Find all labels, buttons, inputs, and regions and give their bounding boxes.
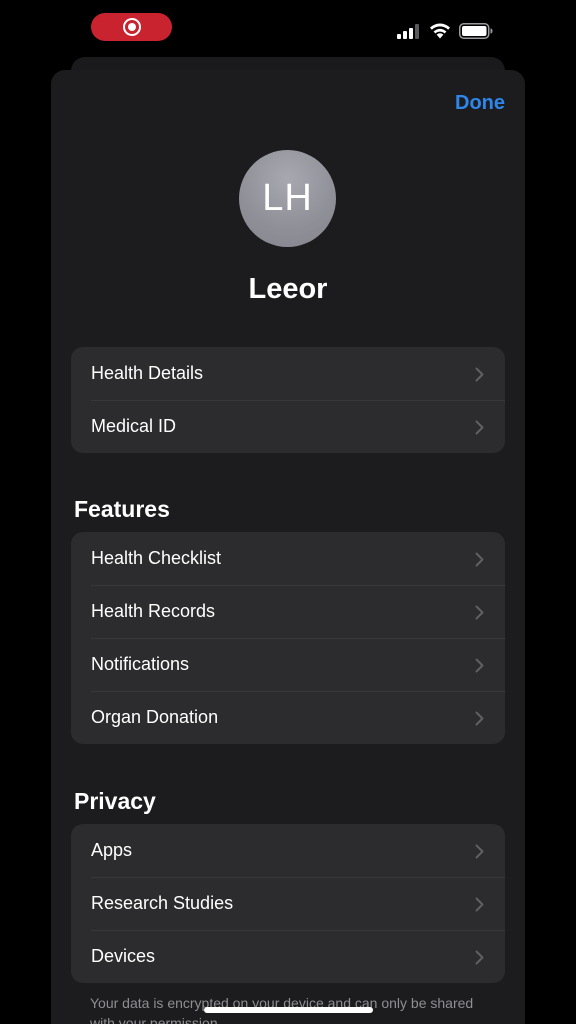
health-details-row[interactable]: Health Details bbox=[71, 347, 505, 400]
row-label: Health Records bbox=[91, 601, 216, 621]
privacy-section-header: Privacy bbox=[74, 788, 156, 814]
cellular-signal-icon bbox=[397, 24, 419, 39]
chevron-right-icon bbox=[475, 711, 484, 726]
organ-donation-row[interactable]: Organ Donation bbox=[71, 691, 505, 744]
row-label: Research Studies bbox=[91, 893, 234, 913]
row-label: Apps bbox=[91, 840, 133, 860]
profile-sheet: Done LH Leeor Health Details Medical ID … bbox=[51, 70, 525, 1024]
health-profile-screen: Done LH Leeor Health Details Medical ID … bbox=[0, 0, 576, 1024]
medical-id-row[interactable]: Medical ID bbox=[71, 400, 505, 453]
chevron-right-icon bbox=[475, 950, 484, 965]
row-label: Devices bbox=[91, 946, 156, 966]
chevron-right-icon bbox=[475, 367, 484, 382]
chevron-right-icon bbox=[475, 897, 484, 912]
account-group: Health Details Medical ID bbox=[71, 347, 505, 453]
record-icon bbox=[122, 17, 142, 37]
chevron-right-icon bbox=[475, 658, 484, 673]
wifi-icon bbox=[429, 22, 451, 39]
chevron-right-icon bbox=[475, 605, 484, 620]
profile-name: Leeor bbox=[248, 273, 328, 305]
devices-row[interactable]: Devices bbox=[71, 930, 505, 983]
done-button[interactable]: Done bbox=[455, 92, 505, 115]
features-group: Health Checklist Health Records Notifica… bbox=[71, 532, 505, 744]
battery-icon bbox=[459, 23, 493, 39]
row-label: Notifications bbox=[91, 654, 190, 674]
research-studies-row[interactable]: Research Studies bbox=[71, 877, 505, 930]
chevron-right-icon bbox=[475, 844, 484, 859]
health-checklist-row[interactable]: Health Checklist bbox=[71, 532, 505, 585]
chevron-right-icon bbox=[475, 420, 484, 435]
row-label: Medical ID bbox=[91, 416, 177, 436]
features-section-header: Features bbox=[74, 496, 170, 522]
home-indicator[interactable] bbox=[204, 1007, 373, 1013]
chevron-right-icon bbox=[475, 552, 484, 567]
row-label: Organ Donation bbox=[91, 707, 219, 727]
privacy-group: Apps Research Studies Devices bbox=[71, 824, 505, 983]
notifications-row[interactable]: Notifications bbox=[71, 638, 505, 691]
row-label: Health Details bbox=[91, 363, 204, 383]
health-records-row[interactable]: Health Records bbox=[71, 585, 505, 638]
status-bar bbox=[0, 0, 576, 56]
apps-row[interactable]: Apps bbox=[71, 824, 505, 877]
avatar-initials: LH bbox=[262, 177, 313, 219]
screen-recording-indicator[interactable] bbox=[91, 13, 172, 41]
avatar[interactable]: LH bbox=[239, 150, 336, 247]
row-label: Health Checklist bbox=[91, 548, 222, 568]
